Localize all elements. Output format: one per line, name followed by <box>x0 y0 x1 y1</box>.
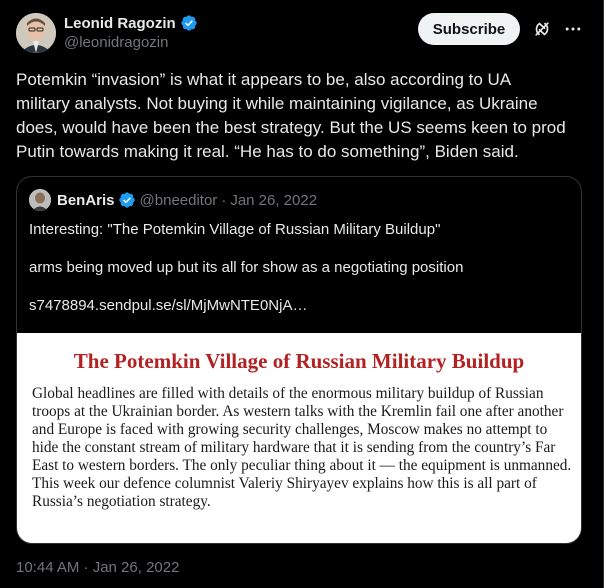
author-handle[interactable]: @leonidragozin <box>64 34 168 51</box>
author-avatar[interactable] <box>16 13 56 53</box>
article-image[interactable]: The Potemkin Village of Russian Military… <box>17 333 581 543</box>
more-horizontal-icon[interactable] <box>563 19 583 39</box>
verified-badge-icon <box>118 192 135 208</box>
author-name[interactable]: Leonid Ragozin <box>64 15 176 32</box>
quote-header: BenAris @bneeditor · Jan 26, 2022 <box>57 189 317 211</box>
person-avatar-icon <box>16 13 56 53</box>
article-title: The Potemkin Village of Russian Military… <box>73 349 525 373</box>
subscribe-button[interactable]: Subscribe <box>418 13 520 45</box>
article-body: Global headlines are filled with details… <box>32 385 572 510</box>
quote-date[interactable]: Jan 26, 2022 <box>230 192 317 209</box>
quote-text-line-2: arms being moved up but its all for show… <box>29 259 464 276</box>
tweet-timestamp[interactable]: 10:44 AM · Jan 26, 2022 <box>16 559 179 576</box>
quote-text-line-1: Interesting: "The Potemkin Village of Ru… <box>29 221 441 238</box>
person-avatar-icon <box>29 189 51 211</box>
tweet-text: Potemkin “invasion” is what it appears t… <box>16 70 566 161</box>
quote-author-avatar[interactable] <box>29 189 51 211</box>
quote-author-name[interactable]: BenAris <box>57 192 115 209</box>
quote-author-handle[interactable]: @bneeditor <box>140 192 218 209</box>
quote-link[interactable]: s7478894.sendpul.se/sl/MjMwNTE0NjA… <box>29 297 307 314</box>
separator-dot: · <box>221 191 227 209</box>
verified-badge-icon <box>180 15 197 31</box>
author-name-row: Leonid Ragozin <box>64 13 198 33</box>
quoted-tweet-card[interactable]: BenAris @bneeditor · Jan 26, 2022 Intere… <box>16 176 582 544</box>
grok-icon[interactable] <box>532 19 552 39</box>
